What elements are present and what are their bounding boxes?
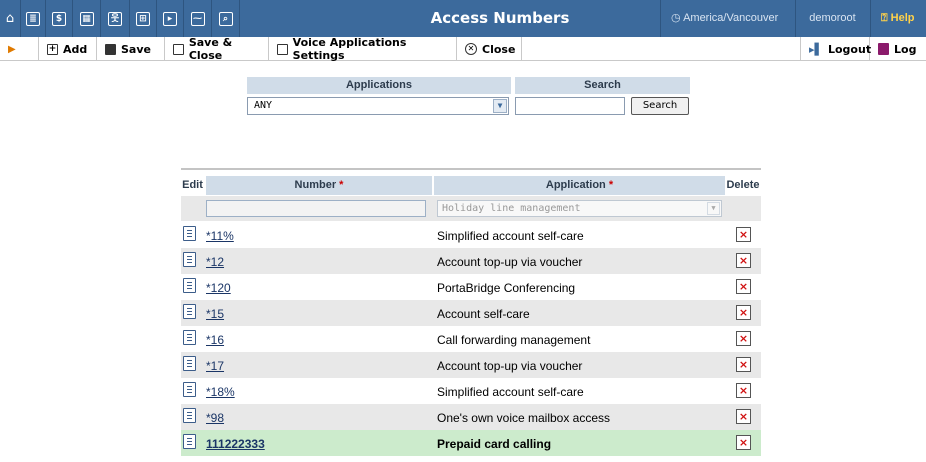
access-number-link[interactable]: *18% [206,385,235,399]
add-icon: + [47,43,58,55]
access-number-link[interactable]: *12 [206,255,224,269]
play-arrow-icon[interactable]: ▶ [0,37,39,61]
new-application-select[interactable]: Holiday line management ▼ [437,200,722,217]
application-name: Call forwarding management [437,333,591,347]
chevron-down-icon: ▼ [493,99,507,113]
help-link[interactable]: ⍰ Help [870,0,926,37]
table-row: *11% Simplified account self-care × [181,222,761,248]
application-name: Simplified account self-care [437,229,584,243]
document-icon [277,43,288,55]
home-icon[interactable]: ⌂ [0,0,21,37]
chevron-down-icon: ▼ [707,202,720,215]
table-row: 111222333 Prepaid card calling × [181,430,761,456]
save-button[interactable]: Save [97,37,165,61]
table-row: *120 PortaBridge Conferencing × [181,274,761,300]
delete-icon[interactable]: × [736,383,751,398]
help-icon: ⍰ [881,12,891,24]
page-title: Access Numbers [430,9,570,27]
edit-icon[interactable] [183,304,196,319]
application-name: Account top-up via voucher [437,359,583,373]
edit-icon[interactable] [183,408,196,423]
close-icon: ✕ [465,43,477,55]
access-number-link[interactable]: *16 [206,333,224,347]
edit-icon[interactable] [183,226,196,241]
table-row: *98 One's own voice mailbox access × [181,404,761,430]
access-number-link[interactable]: *17 [206,359,224,373]
divider [181,168,761,170]
delete-icon[interactable]: × [736,435,751,450]
edit-icon[interactable] [183,330,196,345]
add-button[interactable]: + Add [39,37,97,61]
grid-icon[interactable]: ▦ [73,0,101,37]
access-number-link[interactable]: *15 [206,307,224,321]
application-name: Account self-care [437,307,530,321]
edit-icon[interactable] [183,434,196,449]
timezone-link[interactable]: ◷ America/Vancouver [660,0,795,37]
delete-icon[interactable]: × [736,331,751,346]
search-filter-header: Search [515,77,690,94]
application-name: Prepaid card calling [437,437,552,451]
edit-icon[interactable] [183,278,196,293]
search-input[interactable] [515,97,625,115]
list-icon[interactable]: ≣ [21,0,46,37]
access-number-link[interactable]: *11% [206,229,234,243]
table-row: *17 Account top-up via voucher × [181,352,761,378]
table-row: *12 Account top-up via voucher × [181,248,761,274]
delete-icon[interactable]: × [736,305,751,320]
edit-icon[interactable] [183,252,196,267]
tree-icon[interactable]: ⊞ [130,0,157,37]
delete-icon[interactable]: × [736,253,751,268]
dollar-icon[interactable]: $ [46,0,73,37]
access-number-link[interactable]: 111222333 [206,437,265,451]
delete-icon[interactable]: × [736,357,751,372]
applications-select[interactable]: ANY ▼ [247,97,509,115]
person-icon[interactable]: 웃 [101,0,130,37]
delete-icon[interactable]: × [736,409,751,424]
edit-icon[interactable] [183,382,196,397]
top-navigation-bar: ⌂ ≣ $ ▦ 웃 ⊞ ▸ ⁓ ⌕ Access Numbers ◷ Ameri… [0,0,926,37]
delete-icon[interactable]: × [736,227,751,242]
clock-icon: ◷ [671,12,684,24]
application-name: Simplified account self-care [437,385,584,399]
logout-button[interactable]: ▸▌ Logout [800,37,871,61]
new-number-input[interactable] [206,200,426,217]
action-toolbar: ▶ + Add Save Save & Close Voice Applicati… [0,36,926,62]
application-name: One's own voice mailbox access [437,411,611,425]
edit-icon[interactable] [183,356,196,371]
save-close-icon [173,43,184,55]
save-icon [105,43,116,55]
number-column-header: Number * [206,176,432,195]
application-name: PortaBridge Conferencing [437,281,576,295]
table-row: *18% Simplified account self-care × [181,378,761,404]
applications-filter-header: Applications [247,77,511,94]
delete-icon[interactable]: × [736,279,751,294]
chart-icon[interactable]: ⁓ [184,0,212,37]
search-button[interactable]: Search [631,97,689,115]
logout-icon: ▸▌ [809,42,823,56]
log-button[interactable]: Log [870,37,926,61]
application-column-header: Application * [434,176,725,195]
voice-settings-button[interactable]: Voice Applications Settings [269,36,457,62]
flow-icon[interactable]: ▸ [157,0,184,37]
search-icon[interactable]: ⌕ [212,0,240,37]
access-number-link[interactable]: *98 [206,411,224,425]
log-icon [878,43,889,55]
edit-column-header: Edit [182,179,203,191]
user-link[interactable]: demoroot [795,0,869,37]
table-row: *15 Account self-care × [181,300,761,326]
table-row: *16 Call forwarding management × [181,326,761,352]
save-close-button[interactable]: Save & Close [165,36,269,62]
close-button[interactable]: ✕ Close [457,37,522,61]
access-number-link[interactable]: *120 [206,281,231,295]
application-name: Account top-up via voucher [437,255,583,269]
delete-column-header: Delete [726,179,760,191]
